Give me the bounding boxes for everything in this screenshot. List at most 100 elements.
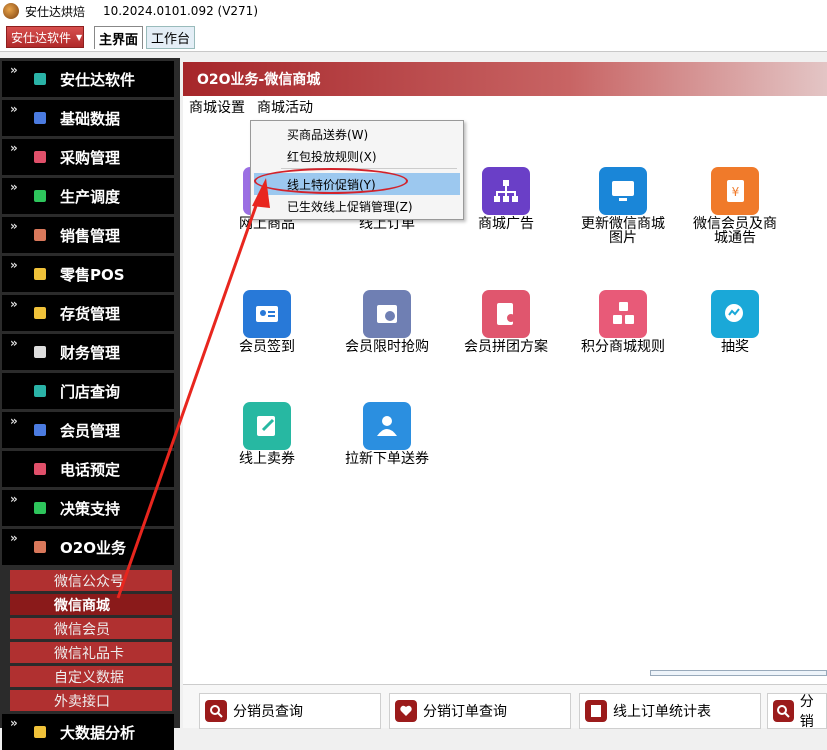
module-icon [34, 424, 46, 436]
sidebar-item-label: 决策支持 [60, 499, 121, 518]
horizontal-scrollbar[interactable] [650, 670, 827, 676]
sidebar-item-label: 门店查询 [60, 382, 121, 401]
module-icon [34, 151, 46, 163]
sidebar-item-production[interactable]: » 生产调度 [2, 178, 174, 214]
org-chart-icon [482, 167, 530, 215]
sidebar-item-label: 会员管理 [60, 421, 121, 440]
report-icon [585, 700, 607, 722]
app-logo-icon [3, 3, 19, 19]
sidebar-item-finance[interactable]: » 财务管理 [2, 334, 174, 370]
sidebar-subitem-wechat-member[interactable]: 微信会员 [10, 618, 172, 639]
expand-icon: » [10, 219, 18, 233]
button-label: 线上订单统计表 [613, 704, 711, 720]
app-lottery[interactable]: 抽奖 [690, 290, 780, 354]
sidebar-item-label: 零售POS [60, 265, 125, 284]
sidebar-item-inventory[interactable]: » 存货管理 [2, 295, 174, 331]
expand-icon: » [10, 297, 18, 311]
module-icon [34, 190, 46, 202]
doc-person-icon [482, 290, 530, 338]
sidebar-item-label: 财务管理 [60, 343, 121, 362]
menu-mall-settings[interactable]: 商城设置 [189, 97, 245, 117]
expand-icon: » [10, 336, 18, 350]
button-label: 分销员查询 [233, 704, 303, 720]
expand-icon: » [10, 141, 18, 155]
edit-icon [243, 402, 291, 450]
sidebar-item-sales[interactable]: » 销售管理 [2, 217, 174, 253]
search-icon [773, 700, 794, 722]
brand-menu-button[interactable]: 安仕达软件 ▼ [6, 26, 84, 48]
search-icon [205, 700, 227, 722]
collapse-icon: » [10, 531, 18, 545]
sidebar-subitem-wechat-official[interactable]: 微信公众号 [10, 570, 172, 591]
sidebar-subitem-wechat-mall[interactable]: 微信商城 [10, 594, 172, 615]
bottom-toolbar: 分销员查询 分销订单查询 线上订单统计表 分销 [183, 684, 827, 730]
sidebar-item-label: O2O业务 [60, 538, 126, 557]
expand-icon: » [10, 414, 18, 428]
sidebar-item-anshida[interactable]: » 安仕达软件 [2, 61, 174, 97]
distribution-more-button[interactable]: 分销 [767, 693, 827, 730]
menu-mall-activities[interactable]: 商城活动 [257, 97, 313, 117]
app-group-buy[interactable]: 会员拼团方案 [461, 290, 551, 354]
sidebar-item-store-query[interactable]: 门店查询 [2, 373, 174, 409]
sidebar-item-label: 基础数据 [60, 109, 121, 128]
sidebar-item-label: 存货管理 [60, 304, 121, 323]
module-icon [34, 229, 46, 241]
expand-icon: » [10, 102, 18, 116]
highlight-ring [254, 168, 408, 194]
tab-workbench[interactable]: 工作台 [146, 26, 196, 49]
sidebar: » 安仕达软件 » 基础数据 » 采购管理 » 生产调度 » 销售管理 » 零售… [0, 58, 180, 750]
sidebar-item-label: 销售管理 [60, 226, 121, 245]
menu-item-buy-gift-coupon[interactable]: 买商品送券(W) [254, 123, 460, 145]
online-order-stats-button[interactable]: 线上订单统计表 [579, 693, 761, 729]
sidebar-item-retail-pos[interactable]: » 零售POS [2, 256, 174, 292]
money-book-icon: ¥ [711, 167, 759, 215]
sidebar-subitem-takeout[interactable]: 外卖接口 [10, 690, 172, 711]
app-label: 拉新下单送券 [345, 451, 429, 467]
chevron-down-icon: ▼ [76, 32, 83, 42]
sidebar-item-bigdata[interactable]: » 大数据分析 [2, 714, 174, 750]
module-icon [34, 541, 46, 553]
app-label: 会员拼团方案 [464, 339, 548, 355]
sidebar-item-label: 生产调度 [60, 187, 121, 206]
tab-main[interactable]: 主界面 [94, 26, 144, 49]
sidebar-item-o2o[interactable]: » O2O业务 [2, 529, 174, 565]
module-icon [34, 268, 46, 280]
abc-icon [599, 290, 647, 338]
id-card-icon [243, 290, 291, 338]
app-flash-sale[interactable]: 会员限时抢购 [342, 290, 432, 354]
sidebar-item-decision[interactable]: » 决策支持 [2, 490, 174, 526]
app-label: 更新微信商城图片 [581, 216, 665, 246]
chart-search-icon [711, 290, 759, 338]
sidebar-item-purchase[interactable]: » 采购管理 [2, 139, 174, 175]
app-sell-coupons[interactable]: 线上卖券 [222, 402, 312, 466]
app-member-checkin[interactable]: 会员签到 [222, 290, 312, 354]
app-referral-coupon[interactable]: 拉新下单送券 [342, 402, 432, 466]
distribution-orders-button[interactable]: 分销订单查询 [389, 693, 571, 729]
app-label: 商城广告 [478, 216, 534, 232]
distributor-query-button[interactable]: 分销员查询 [199, 693, 381, 729]
sidebar-item-members[interactable]: » 会员管理 [2, 412, 174, 448]
button-label: 分销订单查询 [423, 704, 507, 720]
app-mall-ads[interactable]: 商城广告 [461, 167, 551, 231]
expand-icon: » [10, 180, 18, 194]
app-label: 会员限时抢购 [345, 339, 429, 355]
brand-menu-label: 安仕达软件 [11, 30, 72, 45]
group-icon [363, 402, 411, 450]
window-title: 安仕达烘焙 [25, 4, 86, 19]
module-icon [34, 346, 46, 358]
sidebar-item-base-data[interactable]: » 基础数据 [2, 100, 174, 136]
menu-item-active-promotions[interactable]: 已生效线上促销管理(Z) [254, 195, 460, 217]
sidebar-item-label: 采购管理 [60, 148, 121, 167]
app-label: 线上卖券 [239, 451, 295, 467]
app-member-notice[interactable]: ¥ 微信会员及商城通告 [690, 167, 780, 245]
menu-item-red-packet-rule[interactable]: 红包投放规则(X) [254, 145, 460, 167]
sidebar-item-label: 大数据分析 [60, 723, 136, 742]
app-label: 会员签到 [239, 339, 295, 355]
module-icon [34, 307, 46, 319]
sidebar-subitem-custom-data[interactable]: 自定义数据 [10, 666, 172, 687]
sidebar-item-phone-booking[interactable]: 电话预定 [2, 451, 174, 487]
sidebar-subitem-wechat-giftcard[interactable]: 微信礼品卡 [10, 642, 172, 663]
app-update-mall-images[interactable]: 更新微信商城图片 [578, 167, 668, 245]
app-points-rules[interactable]: 积分商城规则 [578, 290, 668, 354]
expand-icon: » [10, 63, 18, 77]
